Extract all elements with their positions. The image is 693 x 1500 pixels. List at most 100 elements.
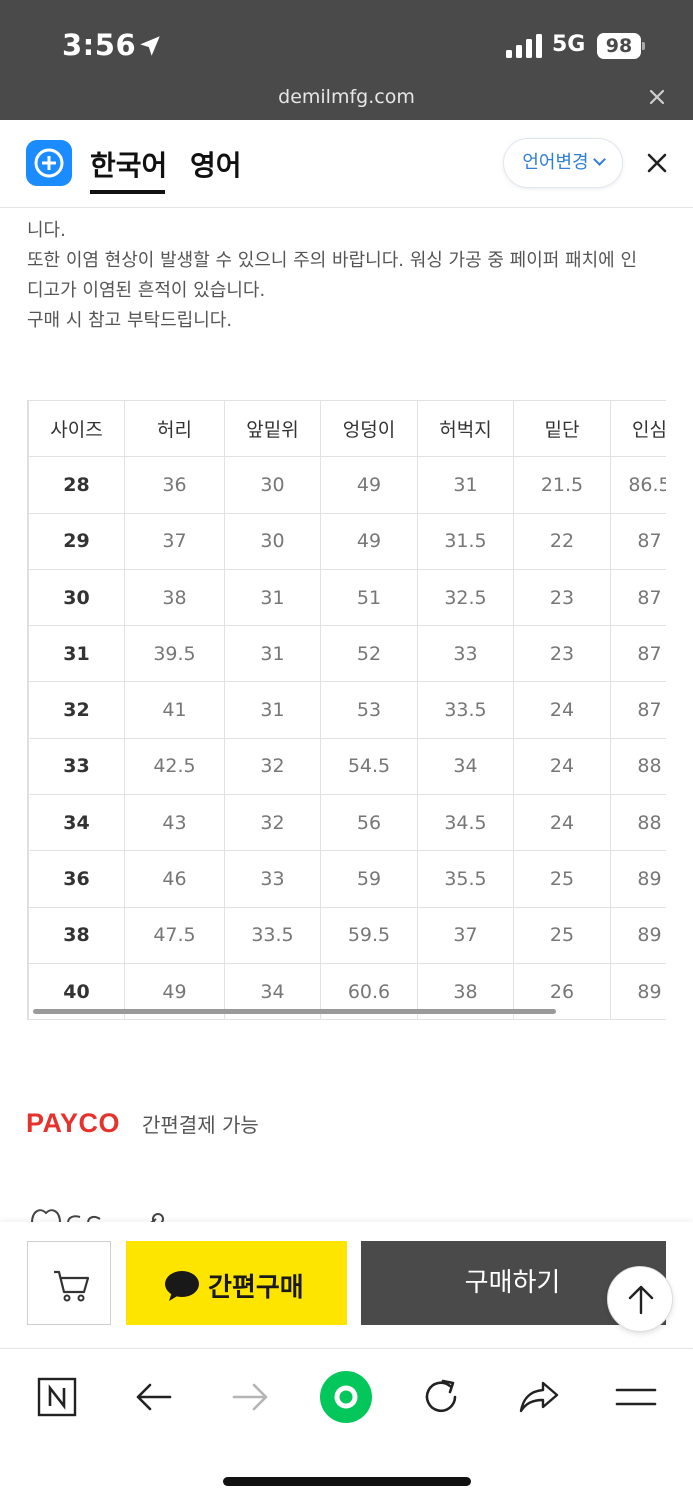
table-cell: 59.5 (320, 906, 418, 964)
table-row: 38 47.5 33.5 59.5 37 25 89 (28, 906, 666, 964)
table-cell: 39.5 (124, 625, 225, 683)
translate-bar: 한국어 영어 언어변경 (0, 120, 693, 208)
signal-icon (506, 34, 542, 58)
menu-icon[interactable] (612, 1373, 660, 1421)
table-cell: 38 (28, 906, 125, 964)
table-cell: 47.5 (124, 906, 225, 964)
change-language-button[interactable]: 언어변경 (503, 138, 623, 188)
arrow-up-icon (628, 1285, 654, 1315)
table-cell: 89 (610, 906, 666, 964)
table-cell: 42.5 (124, 737, 225, 796)
size-table: 사이즈 허리 앞밑위 엉덩이 허벅지 밑단 인심 28 36 30 49 31 … (28, 400, 666, 1020)
battery-icon: 98 (597, 33, 645, 59)
table-cell: 38 (124, 568, 225, 627)
product-notice: 니다. 또한 이염 현상이 발생할 수 있으니 주의 바랍니다. 워싱 가공 중… (27, 186, 667, 336)
table-cell: 34.5 (417, 794, 514, 852)
table-cell: 49 (320, 456, 418, 514)
table-cell: 31 (28, 625, 125, 683)
table-cell: 24 (513, 681, 611, 739)
close-icon[interactable] (644, 150, 670, 176)
table-cell: 29 (28, 512, 125, 570)
table-cell: 54.5 (320, 737, 418, 796)
notice-line: 디고가 이염된 흔적이 있습니다. (27, 280, 266, 301)
translate-app-logo (26, 140, 72, 186)
forward-arrow-icon[interactable] (226, 1373, 274, 1421)
table-cell: 88 (610, 794, 666, 852)
table-header-row: 사이즈 허리 앞밑위 엉덩이 허벅지 밑단 인심 (28, 400, 666, 458)
table-cell: 23 (513, 568, 611, 627)
column-header: 앞밑위 (224, 400, 321, 458)
table-cell: 31 (224, 568, 321, 627)
table-cell: 34 (28, 794, 125, 852)
language-korean-tab[interactable]: 한국어 (90, 144, 167, 184)
chevron-down-icon (592, 153, 606, 166)
table-cell: 32 (28, 681, 125, 739)
cart-button[interactable] (27, 1241, 111, 1325)
purchase-bar: 간편구매 구매하기 (0, 1222, 693, 1347)
horizontal-scrollbar[interactable] (33, 1009, 556, 1014)
table-cell: 30 (224, 456, 321, 514)
column-header: 사이즈 (28, 400, 125, 458)
table-cell: 52 (320, 625, 418, 683)
back-arrow-icon[interactable] (130, 1373, 178, 1421)
table-row: 32 41 31 53 33.5 24 87 (28, 681, 666, 739)
table-cell: 86.5 (610, 456, 666, 514)
status-time: 3:56 (62, 28, 137, 62)
table-cell: 51 (320, 568, 418, 627)
scroll-to-top-button[interactable] (607, 1266, 673, 1332)
column-header: 인심 (610, 400, 666, 458)
table-cell: 87 (610, 568, 666, 627)
table-cell: 34 (417, 737, 514, 796)
home-indicator[interactable] (223, 1477, 471, 1486)
close-icon[interactable] (646, 86, 668, 108)
table-cell: 87 (610, 625, 666, 683)
table-cell: 32 (224, 737, 321, 796)
battery-level: 98 (605, 35, 633, 57)
table-row: 28 36 30 49 31 21.5 86.5 (28, 456, 666, 514)
table-cell: 25 (513, 906, 611, 964)
table-cell: 37 (124, 512, 225, 570)
kakao-quick-buy-button[interactable]: 간편구매 (126, 1241, 347, 1325)
table-cell: 89 (610, 962, 666, 1020)
notice-line: 또한 이염 현상이 발생할 수 있으니 주의 바랍니다. 워싱 가공 중 페이퍼… (27, 250, 638, 271)
table-row: 31 39.5 31 52 33 23 87 (28, 625, 666, 683)
table-cell: 25 (513, 850, 611, 908)
table-cell: 28 (28, 456, 125, 514)
status-bar: 3:56 5G 98 demilmfg.com (0, 0, 693, 120)
url-bar[interactable]: demilmfg.com (0, 86, 693, 108)
table-cell: 33 (28, 737, 125, 796)
size-table-scroll[interactable]: 사이즈 허리 앞밑위 엉덩이 허벅지 밑단 인심 28 36 30 49 31 … (27, 400, 666, 1020)
table-cell: 31 (417, 456, 514, 514)
table-cell: 46 (124, 850, 225, 908)
table-cell: 59 (320, 850, 418, 908)
table-cell: 56 (320, 794, 418, 852)
table-cell: 88 (610, 737, 666, 796)
location-arrow-icon (140, 36, 160, 56)
table-cell: 24 (513, 737, 611, 796)
table-cell: 49 (320, 512, 418, 570)
refresh-icon[interactable] (417, 1373, 465, 1421)
table-cell: 22 (513, 512, 611, 570)
table-cell: 89 (610, 850, 666, 908)
table-cell: 36 (124, 456, 225, 514)
naver-home-icon[interactable] (33, 1373, 81, 1421)
table-row: 29 37 30 49 31.5 22 87 (28, 512, 666, 570)
table-cell: 36 (28, 850, 125, 908)
naver-green-dot-icon[interactable] (318, 1369, 374, 1425)
table-cell: 31 (224, 625, 321, 683)
payco-easy-pay-text: 간편결제 가능 (142, 1113, 259, 1137)
language-english-tab[interactable]: 영어 (190, 144, 242, 184)
table-cell: 33.5 (417, 681, 514, 739)
table-cell: 30 (224, 512, 321, 570)
table-row: 36 46 33 59 35.5 25 89 (28, 850, 666, 908)
table-cell: 21.5 (513, 456, 611, 514)
table-cell: 24 (513, 794, 611, 852)
table-cell: 31 (224, 681, 321, 739)
notice-line: 니다. (27, 220, 66, 241)
table-cell: 30 (28, 568, 125, 627)
table-row: 33 42.5 32 54.5 34 24 88 (28, 737, 666, 796)
table-cell: 87 (610, 512, 666, 570)
share-icon[interactable] (515, 1373, 563, 1421)
active-tab-indicator (90, 190, 165, 194)
column-header: 허리 (124, 400, 225, 458)
